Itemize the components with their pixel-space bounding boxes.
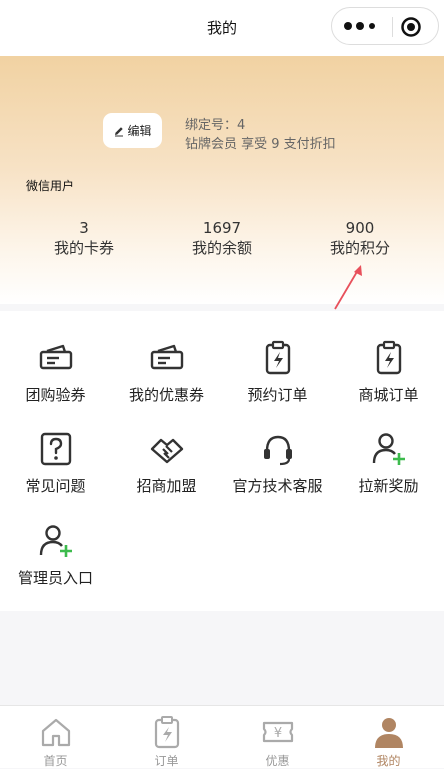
ticket-icon bbox=[150, 344, 183, 370]
menu-item-label: 管理员入口 bbox=[17, 569, 93, 587]
capsule-divider bbox=[392, 17, 393, 37]
close-miniprogram-icon[interactable] bbox=[401, 17, 421, 37]
bind-number: 绑定号：4 bbox=[185, 118, 246, 133]
menu-item-support[interactable]: 官方技术客服 bbox=[222, 431, 333, 496]
nav-bar: 我的 bbox=[0, 0, 444, 56]
ticket-icon bbox=[39, 344, 72, 370]
clipboard-bolt-icon bbox=[265, 340, 290, 375]
stat-label: 我的余额 bbox=[191, 239, 252, 257]
tab-bar: 首页 订单 ¥ 优惠 我的 bbox=[0, 705, 444, 768]
order-icon bbox=[154, 716, 179, 749]
annotation-arrow-icon bbox=[334, 265, 362, 310]
add-user-icon bbox=[39, 525, 72, 557]
menu-item-label: 我的优惠券 bbox=[128, 386, 204, 404]
menu-item-label: 商城订单 bbox=[358, 386, 419, 404]
stat-value: 1697 bbox=[202, 219, 242, 237]
coupon-icon: ¥ bbox=[262, 721, 293, 743]
menu-item-admin[interactable]: 管理员入口 bbox=[0, 523, 111, 588]
tab-label: 订单 bbox=[154, 754, 179, 768]
menu-item-franchise[interactable]: 招商加盟 bbox=[111, 431, 222, 496]
menu-item-label: 常见问题 bbox=[25, 477, 86, 495]
stat-points[interactable]: 900 我的积分 bbox=[300, 219, 420, 259]
menu-item-label: 预约订单 bbox=[247, 386, 308, 404]
edit-profile-button[interactable]: 编辑 bbox=[103, 113, 162, 148]
menu-item-label: 团购验券 bbox=[25, 386, 86, 404]
tab-mine[interactable]: 我的 bbox=[333, 706, 444, 768]
menu-item-my-coupons[interactable]: 我的优惠券 bbox=[111, 340, 222, 405]
add-user-icon bbox=[372, 433, 405, 465]
menu-item-group-voucher[interactable]: 团购验券 bbox=[0, 340, 111, 405]
tab-home[interactable]: 首页 bbox=[0, 706, 111, 768]
tab-label: 首页 bbox=[43, 754, 68, 768]
menu-item-label: 拉新奖励 bbox=[358, 477, 419, 495]
stat-value: 3 bbox=[79, 219, 89, 237]
mini-program-capsule bbox=[331, 7, 439, 45]
menu-item-mall-orders[interactable]: 商城订单 bbox=[333, 340, 444, 405]
user-icon bbox=[374, 718, 403, 748]
stat-balance[interactable]: 1697 我的余额 bbox=[162, 219, 282, 259]
menu-item-referral[interactable]: 拉新奖励 bbox=[333, 431, 444, 496]
tab-label: 我的 bbox=[376, 754, 401, 768]
svg-text:¥: ¥ bbox=[273, 726, 281, 741]
stat-value: 900 bbox=[345, 219, 375, 237]
edit-label: 编辑 bbox=[127, 124, 152, 138]
clipboard-bolt-icon bbox=[376, 340, 401, 375]
member-level: 钻牌会员 享受 9 支付折扣 bbox=[185, 137, 336, 152]
user-nickname: 微信用户 bbox=[26, 179, 75, 193]
home-icon bbox=[41, 718, 70, 747]
feature-menu: 团购验券 我的优惠券 预约订单 商城订单 常见问题 招商加盟 官方技术客服 拉新… bbox=[0, 311, 444, 611]
stat-card-coupons[interactable]: 3 我的卡券 bbox=[24, 219, 144, 259]
menu-item-faq[interactable]: 常见问题 bbox=[0, 431, 111, 496]
menu-item-label: 招商加盟 bbox=[136, 477, 197, 495]
tab-label: 优惠 bbox=[265, 754, 290, 768]
menu-item-label: 官方技术客服 bbox=[232, 477, 323, 495]
headset-icon bbox=[263, 435, 292, 466]
pencil-icon bbox=[115, 126, 124, 136]
question-icon bbox=[40, 432, 71, 466]
tab-discounts[interactable]: ¥ 优惠 bbox=[222, 706, 333, 768]
tab-orders[interactable]: 订单 bbox=[111, 706, 222, 768]
menu-item-booking-orders[interactable]: 预约订单 bbox=[222, 340, 333, 405]
stat-label: 我的积分 bbox=[329, 239, 390, 257]
more-icon[interactable] bbox=[342, 18, 382, 34]
handshake-icon bbox=[150, 438, 183, 464]
stat-label: 我的卡券 bbox=[53, 239, 114, 257]
